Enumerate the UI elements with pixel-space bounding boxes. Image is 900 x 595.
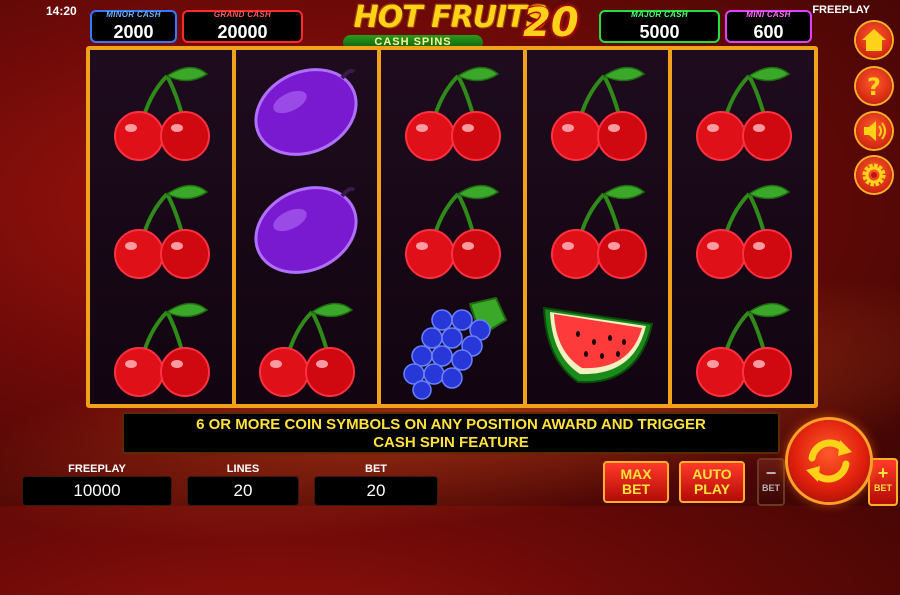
bet-increase-label: BET (874, 483, 892, 493)
jackpot-mini-label: MINI CASH (746, 10, 791, 19)
svg-text:?: ? (867, 73, 881, 101)
sound-icon (864, 121, 886, 141)
cherry-symbol (101, 54, 221, 164)
jackpot-major-value: 5000 (639, 22, 680, 42)
reel-2 (235, 50, 378, 404)
jackpot-mini: MINI CASH 600 (725, 10, 812, 43)
game-logo: HOT FRUITS 20 CASH SPINS (310, 0, 590, 52)
reel-3 (381, 50, 523, 404)
watermelon-icon (542, 306, 653, 384)
reel-4 (526, 50, 669, 404)
help-icon: ? (867, 73, 881, 101)
logo-number: 20 (523, 0, 579, 46)
cherry-symbol (246, 290, 366, 400)
home-button[interactable] (856, 22, 892, 58)
cherry-symbol (538, 172, 658, 282)
clock: 14:20 (46, 4, 77, 18)
watermelon-symbol (538, 290, 658, 400)
cherry-symbol (538, 54, 658, 164)
jackpot-major: MAJOR CASH 5000 (599, 10, 720, 43)
reel-1 (90, 50, 232, 404)
cherry-icon (550, 184, 647, 279)
plus-icon: + (877, 463, 889, 483)
bet-label: BET (365, 463, 387, 475)
jackpot-mini-value: 600 (753, 22, 784, 42)
jackpot-minor: MINOR CASH 2000 (90, 10, 177, 43)
bet-decrease-label: BET (762, 483, 780, 493)
cherry-icon (696, 302, 793, 397)
jackpot-grand: GRAND CASH 20000 (182, 10, 303, 43)
cherry-symbol (683, 172, 803, 282)
cherry-icon (113, 66, 210, 161)
jackpot-grand-value: 20000 (217, 22, 268, 42)
plum-icon (254, 186, 358, 274)
info-message-line1: 6 OR MORE COIN SYMBOLS ON ANY POSITION A… (196, 416, 706, 433)
auto-play-line2: PLAY (693, 481, 731, 497)
sound-button[interactable] (856, 113, 892, 149)
mode-indicator: FREEPLAY (812, 4, 870, 16)
settings-button[interactable] (856, 157, 892, 193)
auto-play-line1: AUTO (692, 466, 732, 482)
cherry-symbol (392, 172, 512, 282)
spin-button[interactable] (788, 420, 870, 502)
info-message: 6 OR MORE COIN SYMBOLS ON ANY POSITION A… (122, 412, 780, 454)
auto-play-button[interactable]: AUTO PLAY (679, 461, 745, 503)
reel-grid[interactable] (86, 46, 818, 408)
cherry-symbol (101, 290, 221, 400)
bet-increase-button[interactable]: + BET (868, 458, 898, 506)
grapes-icon (403, 296, 508, 400)
plum-symbol (246, 54, 366, 164)
jackpot-grand-label: GRAND CASH (213, 10, 272, 19)
freeplay-label: FREEPLAY (68, 463, 126, 475)
freeplay-value: 10000 (22, 476, 172, 506)
cherry-icon (696, 184, 793, 279)
plum-icon (254, 68, 358, 156)
cherry-symbol (392, 54, 512, 164)
cherry-icon (696, 66, 793, 161)
minus-icon: − (765, 463, 777, 483)
cherry-icon (113, 302, 210, 397)
info-message-line2: CASH SPIN FEATURE (373, 434, 529, 451)
cherry-symbol (101, 172, 221, 282)
jackpot-major-label: MAJOR CASH (631, 10, 688, 19)
cherry-icon (550, 66, 647, 161)
jackpot-minor-value: 2000 (113, 22, 154, 42)
spin-arrows-icon (806, 439, 852, 483)
settings-icon (862, 163, 886, 187)
lines-label: LINES (226, 463, 260, 475)
cherry-icon (259, 302, 356, 397)
cherry-symbol (683, 54, 803, 164)
max-bet-line1: MAX (620, 466, 652, 482)
max-bet-button[interactable]: MAX BET (603, 461, 669, 503)
cherry-icon (113, 184, 210, 279)
home-icon (862, 29, 886, 51)
grapes-symbol (392, 290, 512, 400)
max-bet-line2: BET (622, 481, 650, 497)
cherry-symbol (683, 290, 803, 400)
cherry-icon (404, 184, 501, 279)
help-button[interactable]: ? (856, 68, 892, 104)
jackpot-minor-label: MINOR CASH (106, 10, 161, 19)
reel-5 (672, 50, 814, 404)
bet-value: 20 (314, 476, 438, 506)
lines-value: 20 (187, 476, 299, 506)
cherry-icon (404, 66, 501, 161)
bet-decrease-button[interactable]: − BET (757, 458, 785, 506)
plum-symbol (246, 172, 366, 282)
